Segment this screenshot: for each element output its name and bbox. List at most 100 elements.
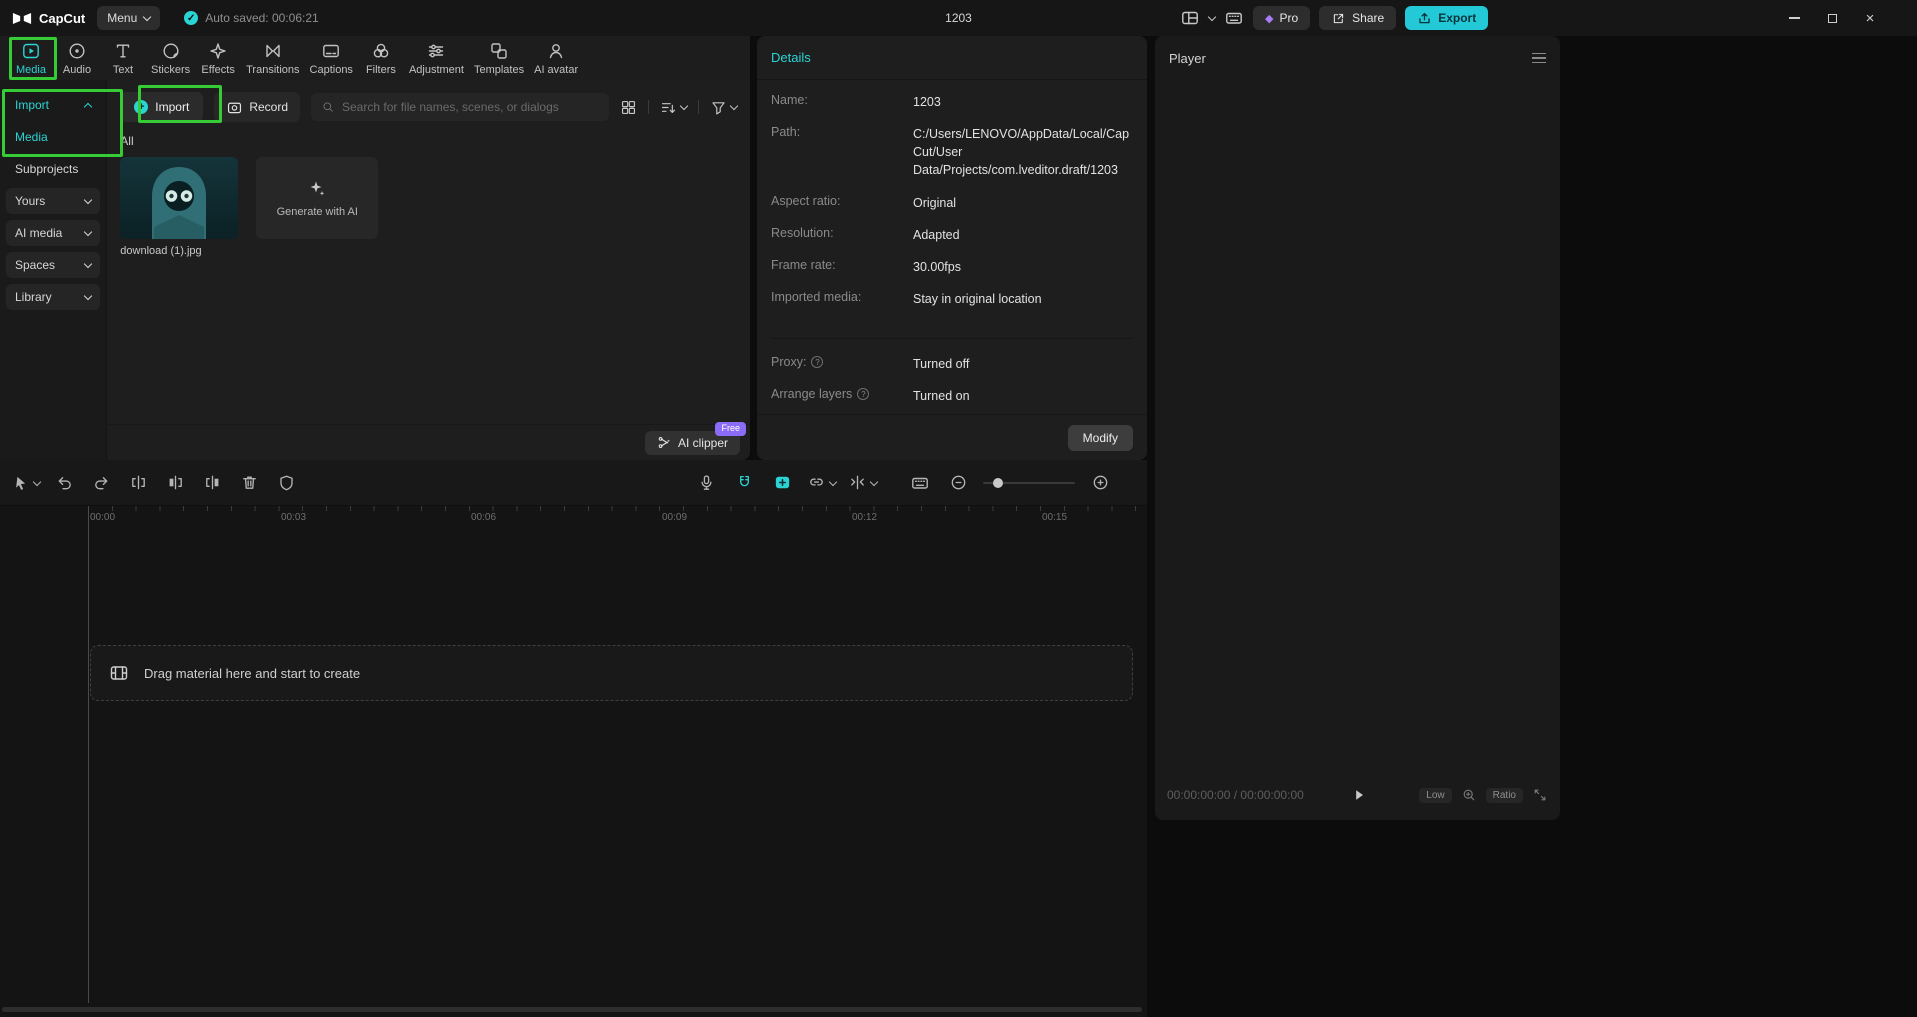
timeline: 00:00 00:03 00:06 00:09 00:12 00:15 Drag… <box>0 460 1147 1017</box>
fullscreen-icon[interactable] <box>1532 787 1548 803</box>
select-tool[interactable] <box>12 474 40 492</box>
details-rows: Name: 1203 Path: C:/Users/LENOVO/AppData… <box>757 80 1147 405</box>
sidebar-item-yours[interactable]: Yours <box>6 188 100 214</box>
tab-adjustment[interactable]: Adjustment <box>404 36 469 80</box>
sort-icon[interactable] <box>660 99 687 116</box>
tab-audio[interactable]: Audio <box>54 36 100 80</box>
tab-stickers[interactable]: Stickers <box>146 36 195 80</box>
autosave-status: ✓ Auto saved: 00:06:21 <box>184 11 318 25</box>
auto-ripple-toggle[interactable] <box>769 470 795 496</box>
zoom-in-button[interactable] <box>1087 470 1113 496</box>
tab-captions[interactable]: Captions <box>305 36 358 80</box>
tab-text[interactable]: Text <box>100 36 146 80</box>
templates-icon <box>489 41 509 61</box>
layout-icon[interactable] <box>1180 8 1200 28</box>
modify-button[interactable]: Modify <box>1068 425 1133 451</box>
chevron-down-icon[interactable] <box>1208 13 1216 21</box>
magnet-toggle[interactable] <box>731 470 757 496</box>
grid-view-icon[interactable] <box>620 99 637 116</box>
preview-zoom-icon[interactable] <box>1461 787 1477 803</box>
cursor-icon <box>12 474 30 492</box>
maximize-button[interactable] <box>1813 0 1851 36</box>
mask-button[interactable] <box>273 470 299 496</box>
audio-icon <box>67 41 87 61</box>
split-button[interactable] <box>125 470 151 496</box>
detail-row-frame-rate: Frame rate: 30.00fps <box>771 258 1133 276</box>
generate-with-ai-card[interactable]: Generate with AI <box>256 157 378 239</box>
record-button[interactable]: Record <box>214 92 300 122</box>
free-badge: Free <box>715 422 746 436</box>
detail-row-resolution: Resolution: Adapted <box>771 226 1133 244</box>
ai-avatar-icon <box>546 41 566 61</box>
play-button[interactable] <box>1351 787 1367 803</box>
zoom-slider-knob[interactable] <box>993 478 1003 488</box>
detail-row-path: Path: C:/Users/LENOVO/AppData/Local/CapC… <box>771 125 1133 179</box>
menu-button[interactable]: Menu <box>97 6 160 30</box>
media-icon <box>21 41 41 61</box>
tab-transitions[interactable]: Transitions <box>241 36 304 80</box>
player-menu-icon[interactable] <box>1532 53 1546 64</box>
pro-button[interactable]: ◆ Pro <box>1253 6 1310 30</box>
sidebar-item-subprojects[interactable]: Subprojects <box>6 156 100 182</box>
tab-filters[interactable]: Filters <box>358 36 404 80</box>
close-button[interactable]: × <box>1851 0 1889 36</box>
info-icon[interactable]: ? <box>811 356 823 368</box>
ruler-tick: 00:15 <box>1042 512 1067 523</box>
undo-button[interactable] <box>51 470 77 496</box>
thumbnail-art <box>120 157 238 239</box>
details-footer: Modify <box>757 414 1147 460</box>
share-button[interactable]: Share <box>1319 6 1396 30</box>
sidebar-item-library[interactable]: Library <box>6 284 100 310</box>
chevron-up-icon <box>84 102 92 110</box>
sidebar-item-spaces[interactable]: Spaces <box>6 252 100 278</box>
tab-templates[interactable]: Templates <box>469 36 529 80</box>
export-button[interactable]: Export <box>1405 6 1488 30</box>
shortcuts-button[interactable] <box>907 470 933 496</box>
playhead[interactable] <box>88 506 89 1003</box>
info-icon[interactable]: ? <box>857 388 869 400</box>
quality-selector[interactable]: Low <box>1419 788 1451 803</box>
preview-axis-toggle[interactable] <box>848 473 877 492</box>
tab-media[interactable]: Media <box>8 36 54 80</box>
plus-icon: + <box>134 100 148 114</box>
filter-icon[interactable] <box>710 99 737 116</box>
export-icon <box>1417 11 1432 26</box>
timeline-zoom-slider[interactable] <box>983 482 1075 484</box>
media-item[interactable]: download (1).jpg <box>120 157 238 257</box>
search-input[interactable] <box>342 100 599 114</box>
delete-left-button[interactable] <box>162 470 188 496</box>
timeline-toolbar <box>0 460 1147 506</box>
effects-icon <box>208 41 228 61</box>
delete-button[interactable] <box>236 470 262 496</box>
search-box <box>311 93 609 121</box>
media-sidebar: Import Media Subprojects Yours AI media … <box>0 80 107 460</box>
detail-row-imported-media: Imported media: Stay in original locatio… <box>771 290 1133 308</box>
chevron-down-icon <box>680 102 688 110</box>
media-thumbnail[interactable] <box>120 157 238 239</box>
sidebar-item-media[interactable]: Media <box>6 124 100 150</box>
timeline-ruler[interactable]: 00:00 00:03 00:06 00:09 00:12 00:15 <box>0 506 1147 530</box>
ai-clipper-button[interactable]: AI clipper Free <box>645 431 740 455</box>
minimize-button[interactable] <box>1775 0 1813 36</box>
zoom-out-button[interactable] <box>945 470 971 496</box>
link-toggle[interactable] <box>807 473 836 492</box>
play-icon <box>1351 787 1367 803</box>
delete-right-button[interactable] <box>199 470 225 496</box>
ratio-selector[interactable]: Ratio <box>1486 788 1523 803</box>
voiceover-mic-button[interactable] <box>693 470 719 496</box>
timeline-dropzone[interactable]: Drag material here and start to create <box>90 645 1133 701</box>
media-content: + Import Record <box>107 80 750 460</box>
keyboard-shortcuts-icon[interactable] <box>1224 8 1244 28</box>
sidebar-item-ai-media[interactable]: AI media <box>6 220 100 246</box>
timeline-scrollbar[interactable] <box>2 1007 1142 1012</box>
tab-ai-avatar[interactable]: AI avatar <box>529 36 583 80</box>
chevron-down-icon <box>84 228 92 236</box>
import-button[interactable]: + Import <box>120 92 203 122</box>
check-icon: ✓ <box>184 11 198 25</box>
search-icon <box>321 100 335 114</box>
tab-effects[interactable]: Effects <box>195 36 241 80</box>
redo-button[interactable] <box>88 470 114 496</box>
captions-icon <box>321 41 341 61</box>
adjustment-icon <box>426 41 446 61</box>
sidebar-item-import[interactable]: Import <box>6 92 100 118</box>
